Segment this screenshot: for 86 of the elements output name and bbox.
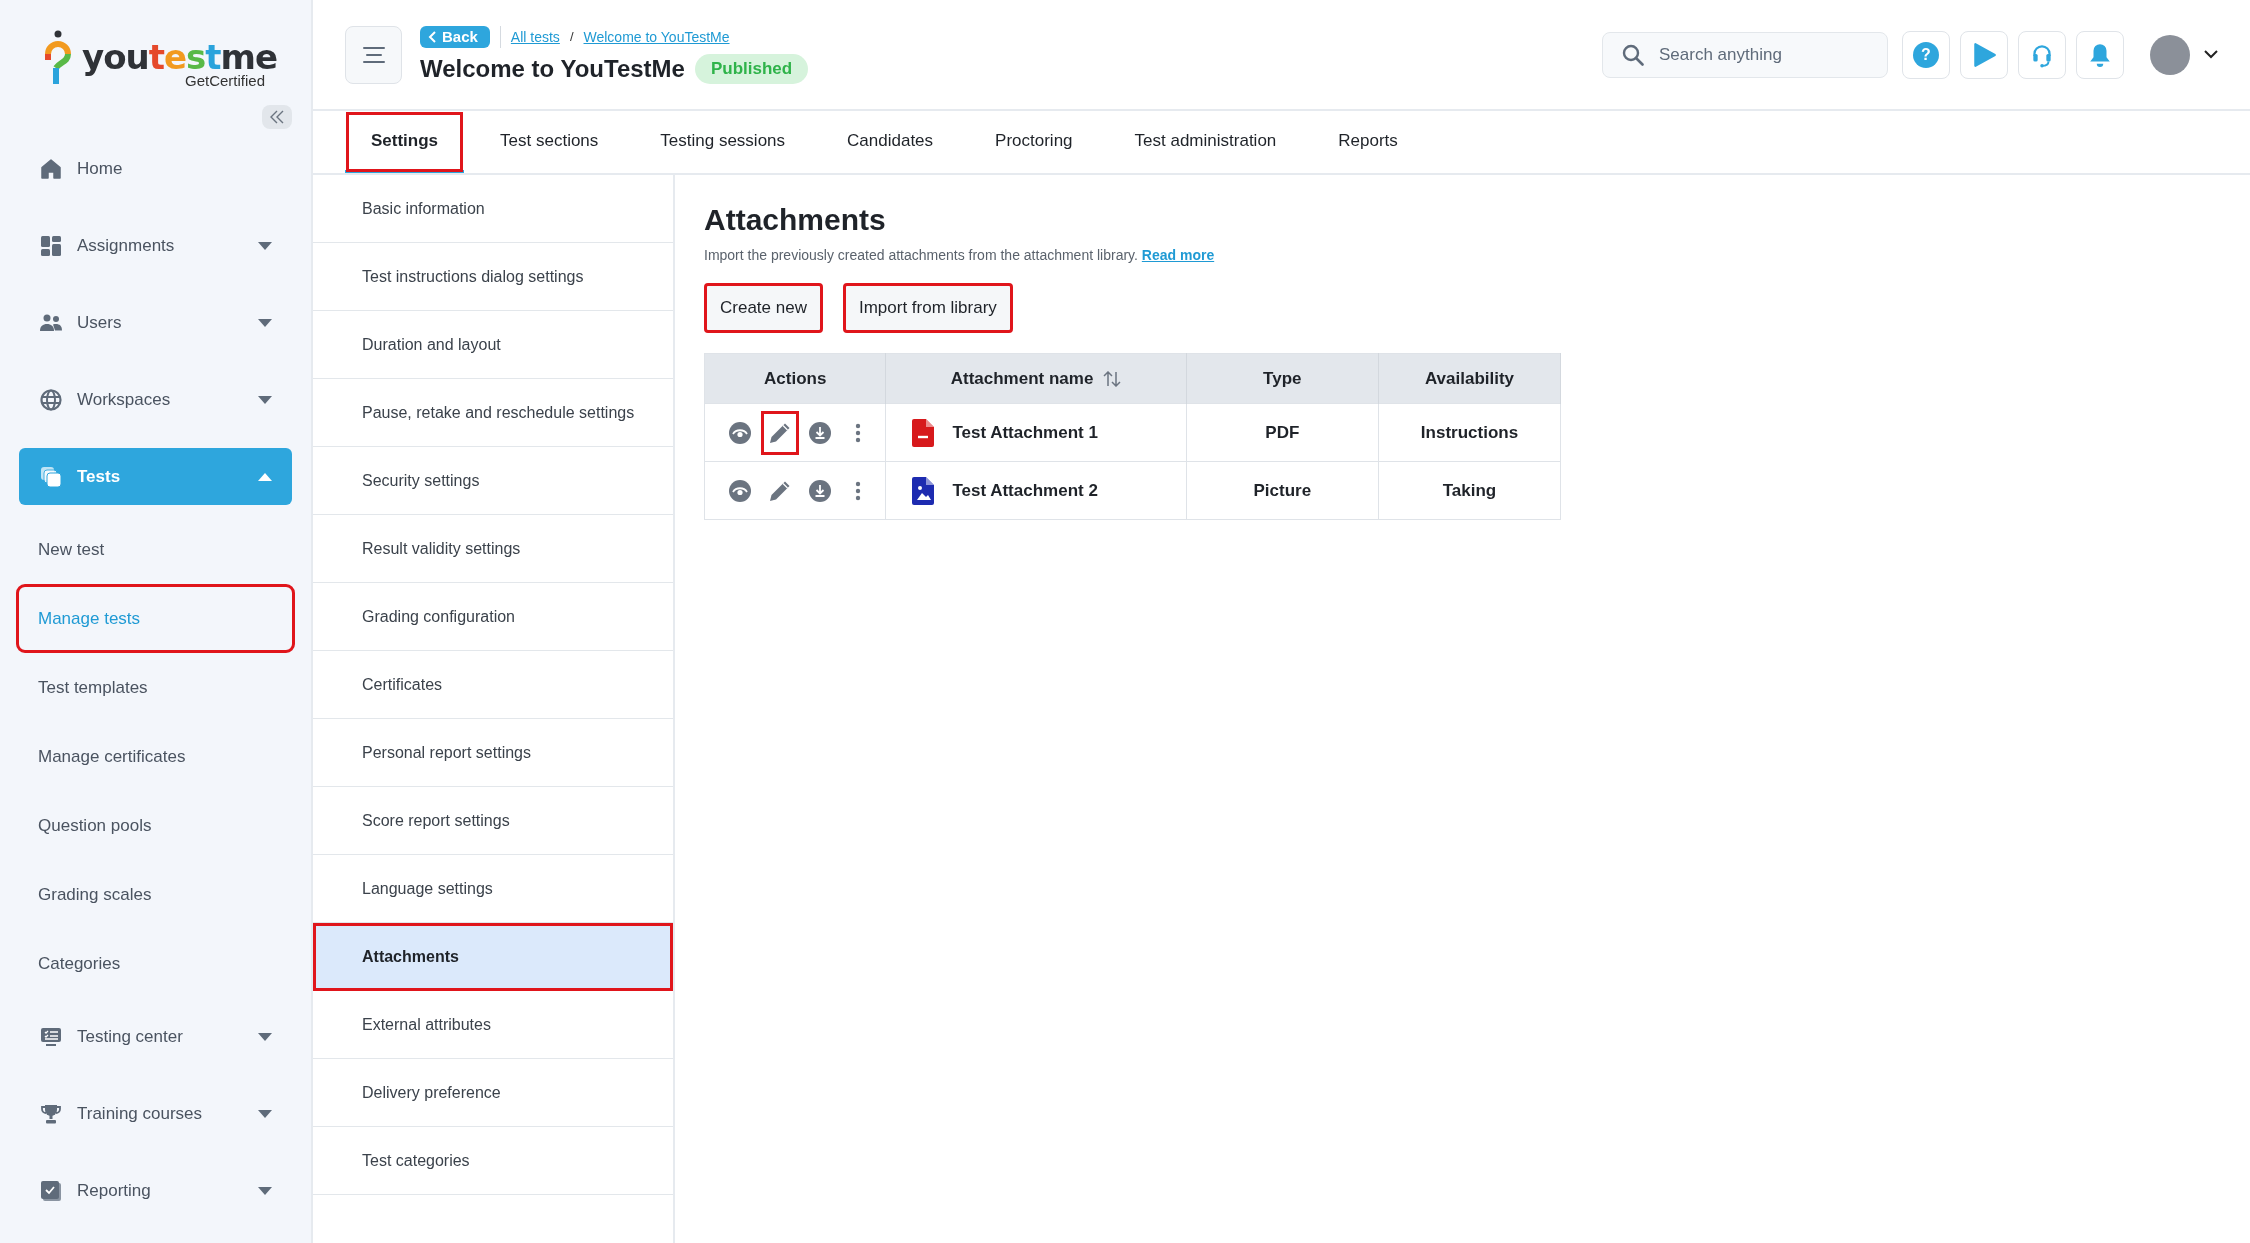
sidebar-item[interactable]: Workspaces bbox=[19, 371, 292, 428]
tab[interactable]: Test administration bbox=[1108, 111, 1303, 173]
sidebar-item[interactable]: New test bbox=[19, 518, 292, 581]
menu-icon bbox=[362, 46, 385, 63]
logo-tagline: GetCertified bbox=[185, 72, 266, 89]
sidebar-item[interactable]: Users bbox=[19, 294, 292, 351]
attachment-availability: Taking bbox=[1442, 480, 1497, 500]
create-new-button[interactable]: Create new bbox=[704, 283, 823, 333]
sort-icon[interactable] bbox=[1103, 370, 1122, 387]
search-icon bbox=[1622, 43, 1644, 66]
double-chevron-left-icon bbox=[269, 110, 285, 124]
settings-menu-item[interactable]: Test instructions dialog settings bbox=[313, 243, 673, 311]
settings-menu-item[interactable]: External attributes bbox=[313, 991, 673, 1059]
column-header[interactable]: Attachment name bbox=[950, 368, 1094, 389]
download-icon[interactable] bbox=[809, 479, 832, 502]
status-badge: Published bbox=[694, 53, 809, 84]
edit-button[interactable] bbox=[761, 410, 800, 455]
attachment-type: PDF bbox=[1265, 422, 1300, 442]
eye-icon[interactable] bbox=[729, 421, 752, 444]
settings-menu-item[interactable]: Attachments bbox=[313, 923, 673, 991]
kebab-icon[interactable] bbox=[855, 479, 862, 502]
play-button[interactable] bbox=[1960, 30, 2008, 79]
dashboard-icon bbox=[39, 233, 63, 258]
eye-icon[interactable] bbox=[729, 479, 752, 502]
sidebar-item[interactable]: Test templates bbox=[19, 656, 292, 719]
play-icon bbox=[1971, 41, 1997, 68]
attachment-name: Test Attachment 2 bbox=[952, 480, 1098, 501]
download-icon[interactable] bbox=[809, 421, 832, 444]
checkbox-report-icon bbox=[39, 1178, 63, 1203]
chevron-down-icon[interactable] bbox=[2204, 50, 2218, 59]
sidebar-item[interactable]: Reporting bbox=[19, 1162, 292, 1219]
support-button[interactable] bbox=[2018, 30, 2066, 79]
collapse-button[interactable] bbox=[262, 105, 292, 129]
tab[interactable]: Testing sessions bbox=[634, 111, 812, 173]
attachment-type: Picture bbox=[1253, 480, 1312, 500]
attachment-availability: Instructions bbox=[1420, 422, 1519, 442]
caret-down-icon bbox=[258, 241, 272, 250]
settings-menu-item[interactable]: Score report settings bbox=[313, 787, 673, 855]
tab[interactable]: Settings bbox=[345, 111, 465, 173]
caret-up-icon bbox=[258, 472, 272, 481]
tab[interactable]: Proctoring bbox=[969, 111, 1099, 173]
chevron-left-icon bbox=[428, 30, 436, 43]
kebab-icon[interactable] bbox=[855, 421, 862, 444]
caret-down-icon bbox=[258, 1109, 272, 1118]
caret-down-icon bbox=[258, 318, 272, 327]
search-field[interactable]: Search anything bbox=[1602, 31, 1888, 78]
section-title: Attachments bbox=[704, 203, 887, 237]
sidebar-item[interactable]: Assignments bbox=[19, 217, 292, 274]
settings-menu-item[interactable]: Delivery preference bbox=[313, 1059, 673, 1127]
sidebar-item[interactable]: Manage certificates bbox=[19, 725, 292, 788]
sidebar-item[interactable]: Testing center bbox=[19, 1008, 292, 1065]
menu-button[interactable] bbox=[345, 25, 402, 84]
notifications-button[interactable] bbox=[2076, 30, 2124, 79]
caret-down-icon bbox=[258, 1186, 272, 1195]
column-header: Actions bbox=[764, 368, 827, 389]
home-icon bbox=[39, 156, 63, 181]
sidebar-item[interactable]: Question pools bbox=[19, 794, 292, 857]
settings-menu-item[interactable]: Personal report settings bbox=[313, 719, 673, 787]
section-description: Import the previously created attachments from the attachment library. bbox=[704, 247, 1139, 263]
import-button[interactable]: Import from library bbox=[842, 283, 1013, 333]
caret-down-icon bbox=[258, 395, 272, 404]
settings-menu-item[interactable]: Pause, retake and reschedule settings bbox=[313, 379, 673, 447]
settings-menu-item[interactable]: Grading configuration bbox=[313, 583, 673, 651]
settings-menu-item[interactable]: Result validity settings bbox=[313, 515, 673, 583]
page-title: Welcome to YouTestMe bbox=[420, 54, 685, 83]
globe-icon bbox=[39, 387, 63, 412]
settings-menu-item[interactable]: Duration and layout bbox=[313, 311, 673, 379]
settings-menu-item[interactable]: Certificates bbox=[313, 651, 673, 719]
tab[interactable]: Reports bbox=[1312, 111, 1424, 173]
sidebar-item[interactable]: Training courses bbox=[19, 1085, 292, 1142]
sidebar-item[interactable]: Grading scales bbox=[19, 863, 292, 926]
column-header: Type bbox=[1263, 368, 1302, 389]
tab[interactable]: Test sections bbox=[474, 111, 625, 173]
caret-down-icon bbox=[258, 1032, 272, 1041]
stacked-pages-icon bbox=[39, 464, 63, 489]
sidebar-item[interactable]: Home bbox=[19, 140, 292, 197]
settings-menu-item[interactable]: Security settings bbox=[313, 447, 673, 515]
avatar[interactable] bbox=[2150, 34, 2190, 75]
bell-icon bbox=[2087, 41, 2113, 68]
settings-menu-item[interactable]: Basic information bbox=[313, 175, 673, 243]
breadcrumb-separator: / bbox=[569, 29, 574, 44]
sidebar-item[interactable]: Categories bbox=[19, 932, 292, 995]
attachment-name: Test Attachment 1 bbox=[952, 422, 1098, 443]
settings-menu-item[interactable]: Test categories bbox=[313, 1127, 673, 1195]
tab[interactable]: Candidates bbox=[821, 111, 960, 173]
column-header: Availability bbox=[1424, 368, 1515, 389]
